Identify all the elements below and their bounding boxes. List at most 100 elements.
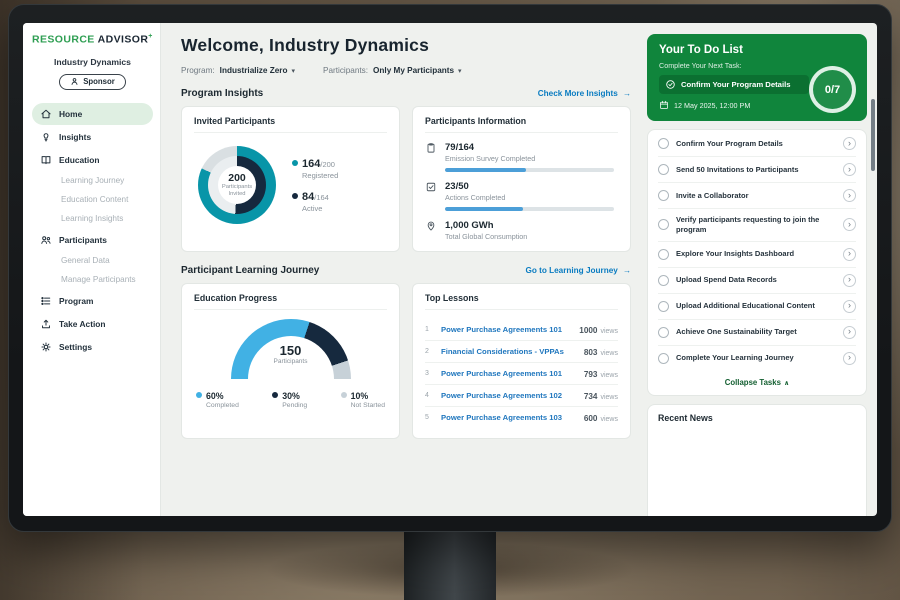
sidebar-item-learning-journey[interactable]: Learning Journey (32, 172, 153, 190)
lesson-rank: 2 (425, 348, 433, 355)
checklist-icon (425, 181, 437, 193)
stat-actions-completed: 23/50 Actions Completed (425, 181, 618, 202)
stat-value: 1,000 GWh (445, 220, 527, 231)
task-checkbox[interactable] (658, 353, 669, 364)
task-label: Invite a Collaborator (676, 191, 836, 201)
task-row: Send 50 Invitations to Participants › (658, 157, 856, 183)
monitor-bezel: RESOURCE ADVISOR+ Industry Dynamics Spon… (8, 4, 892, 532)
task-checkbox[interactable] (658, 164, 669, 175)
lesson-rank: 1 (425, 326, 433, 333)
collapse-tasks-link[interactable]: Collapse Tasks∧ (658, 371, 856, 391)
stat-value: 79/164 (445, 142, 535, 153)
filter-bar: Program: Industrialize Zero ▾ Participan… (181, 66, 631, 75)
task-row: Confirm Your Program Details › (658, 131, 856, 157)
chevron-right-icon[interactable]: › (843, 189, 856, 202)
chevron-right-icon[interactable]: › (843, 274, 856, 287)
lesson-link[interactable]: Power Purchase Agreements 103 (441, 413, 576, 422)
sidebar-item-insights[interactable]: Insights (32, 126, 153, 148)
check-more-insights-link[interactable]: Check More Insights → (538, 89, 631, 98)
scrollbar-thumb[interactable] (871, 99, 875, 171)
education-progress-card: Education Progress 150 Participants 60% … (181, 283, 400, 439)
lesson-link[interactable]: Power Purchase Agreements 102 (441, 391, 576, 400)
todo-progress-ring: 0/7 (809, 66, 856, 113)
card-title: Participants Information (425, 116, 618, 133)
card-title: Invited Participants (194, 116, 387, 133)
person-icon (70, 77, 79, 86)
legend-total: /200 (320, 160, 335, 169)
lesson-views: 793 (584, 370, 598, 379)
stat-emission-survey: 79/164 Emission Survey Completed (425, 142, 618, 163)
lesson-link[interactable]: Financial Considerations - VPPAs (441, 347, 576, 356)
legend-dot-pending (272, 392, 278, 398)
sidebar-item-take-action[interactable]: Take Action (32, 313, 153, 335)
recent-news-card: Recent News (647, 404, 867, 517)
program-filter-dropdown[interactable]: Program: Industrialize Zero ▾ (181, 66, 295, 75)
task-checkbox[interactable] (658, 219, 669, 230)
task-checkbox[interactable] (658, 138, 669, 149)
lesson-link[interactable]: Power Purchase Agreements 101 (441, 369, 576, 378)
chevron-right-icon[interactable]: › (843, 248, 856, 261)
lightbulb-icon (40, 131, 52, 143)
sidebar-item-label: Home (59, 109, 82, 119)
top-lessons-card: Top Lessons 1 Power Purchase Agreements … (412, 283, 631, 439)
task-checkbox[interactable] (658, 190, 669, 201)
sponsor-badge-label: Sponsor (83, 77, 115, 86)
calendar-icon (659, 100, 669, 110)
card-title: Top Lessons (425, 293, 618, 310)
sidebar-item-program[interactable]: Program (32, 290, 153, 312)
stat-label: Emission Survey Completed (445, 154, 535, 163)
logo-resource: RESOURCE (32, 34, 95, 46)
location-pin-icon (425, 220, 437, 232)
list-icon (40, 295, 52, 307)
participants-filter-dropdown[interactable]: Participants: Only My Participants ▾ (323, 66, 462, 75)
chevron-right-icon[interactable]: › (843, 218, 856, 231)
filter-value: Only My Participants (373, 66, 454, 75)
sidebar-menu: Home Insights Education Learning Journey… (32, 103, 153, 358)
legend-value: 30% (282, 391, 300, 401)
sidebar-item-label: Learning Journey (61, 176, 124, 185)
logo-plus: + (148, 33, 153, 40)
task-checkbox[interactable] (658, 275, 669, 286)
task-checkbox[interactable] (658, 327, 669, 338)
lesson-row: 5 Power Purchase Agreements 103 600views (425, 407, 618, 428)
next-task-label: Confirm Your Program Details (681, 80, 791, 89)
task-label: Send 50 Invitations to Participants (676, 165, 836, 175)
chevron-right-icon[interactable]: › (843, 137, 856, 150)
task-checkbox[interactable] (658, 249, 669, 260)
sidebar: RESOURCE ADVISOR+ Industry Dynamics Spon… (23, 23, 161, 516)
sidebar-item-settings[interactable]: Settings (32, 336, 153, 358)
emission-survey-progressbar (445, 168, 614, 172)
chevron-right-icon[interactable]: › (843, 163, 856, 176)
next-task-banner[interactable]: Confirm Your Program Details (659, 75, 809, 94)
sponsor-badge[interactable]: Sponsor (59, 74, 126, 90)
lesson-views-unit: views (600, 328, 618, 335)
go-to-learning-journey-link[interactable]: Go to Learning Journey → (525, 266, 631, 275)
arrow-right-icon: → (623, 266, 631, 275)
sidebar-item-general-data[interactable]: General Data (32, 252, 153, 270)
sidebar-item-education-content[interactable]: Education Content (32, 191, 153, 209)
sidebar-item-education[interactable]: Education (32, 149, 153, 171)
legend-label: Active (302, 204, 338, 213)
task-checkbox[interactable] (658, 301, 669, 312)
lesson-row: 2 Financial Considerations - VPPAs 803vi… (425, 341, 618, 363)
legend-pending: 30% Pending (272, 391, 307, 409)
chevron-right-icon[interactable]: › (843, 326, 856, 339)
chevron-right-icon[interactable]: › (843, 300, 856, 313)
task-label: Upload Additional Educational Content (676, 301, 836, 311)
lesson-views-unit: views (600, 416, 618, 423)
invited-participants-donut: 200 Participants Invited (198, 146, 276, 224)
task-label: Explore Your Insights Dashboard (676, 249, 836, 259)
lesson-link[interactable]: Power Purchase Agreements 101 (441, 325, 571, 334)
sidebar-item-participants[interactable]: Participants (32, 229, 153, 251)
sidebar-item-label: General Data (61, 256, 110, 265)
legend-label: Completed (206, 402, 239, 409)
lesson-views-unit: views (600, 350, 618, 357)
task-label: Confirm Your Program Details (676, 139, 836, 149)
sidebar-item-manage-participants[interactable]: Manage Participants (32, 271, 153, 289)
sidebar-item-home[interactable]: Home (32, 103, 153, 125)
chevron-right-icon[interactable]: › (843, 352, 856, 365)
gauge-center-label: Participants (231, 358, 351, 365)
task-row: Invite a Collaborator › (658, 183, 856, 209)
sidebar-item-label: Manage Participants (61, 275, 136, 284)
sidebar-item-learning-insights[interactable]: Learning Insights (32, 210, 153, 228)
